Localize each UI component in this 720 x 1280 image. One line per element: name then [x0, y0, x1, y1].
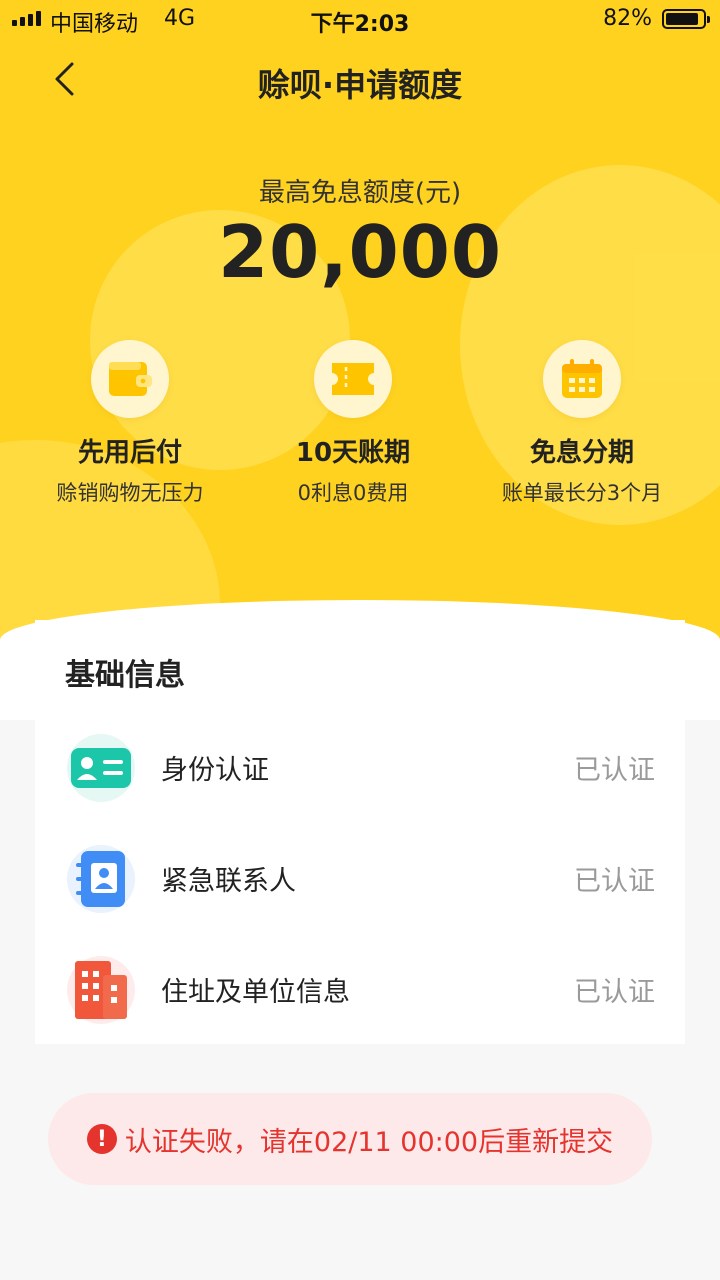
row-status: 已认证 [574, 866, 655, 897]
calendar-icon [543, 340, 621, 418]
section-title: 基础信息 [65, 658, 185, 693]
battery-icon [662, 9, 710, 29]
feature-subtitle: 0利息0费用 [297, 481, 409, 505]
feature-ten-day-term: 10天账期 0利息0费用 [233, 340, 473, 507]
feature-subtitle: 赊销购物无压力 [56, 481, 204, 505]
feature-subtitle: 账单最长分3个月 [501, 481, 663, 505]
header-hero: 中国移动 4G 下午2:03 82% 赊呗·申请额度 最高免息额度(元) 20,… [0, 0, 720, 700]
row-label: 紧急联系人 [161, 866, 296, 897]
feature-installment: 免息分期 账单最长分3个月 [462, 340, 702, 507]
id-card-icon [67, 734, 135, 802]
feature-title: 先用后付 [77, 438, 182, 468]
limit-value: 20,000 [218, 210, 502, 294]
address-company-row[interactable]: 住址及单位信息 已认证 [35, 934, 685, 1044]
limit-label: 最高免息额度(元) [258, 178, 462, 208]
feature-pay-later: 先用后付 赊销购物无压力 [10, 340, 250, 507]
building-icon [67, 956, 135, 1024]
feature-title: 免息分期 [529, 438, 634, 468]
exclamation-icon: ! [86, 1124, 117, 1154]
row-status: 已认证 [574, 755, 655, 786]
identity-verification-row[interactable]: 身份认证 已认证 [35, 712, 685, 822]
nav-bar: 赊呗·申请额度 [0, 44, 720, 118]
row-status: 已认证 [574, 977, 655, 1008]
verification-failed-alert: ! 认证失败，请在02/11 00:00后重新提交 [48, 1093, 652, 1185]
battery-percent: 82% [603, 6, 652, 31]
contact-book-icon [67, 845, 135, 913]
feature-title: 10天账期 [295, 438, 411, 468]
emergency-contact-row[interactable]: 紧急联系人 已认证 [35, 823, 685, 933]
ticket-icon [314, 340, 392, 418]
wallet-icon [91, 340, 169, 418]
row-label: 身份认证 [161, 755, 269, 786]
alert-text: 认证失败，请在02/11 00:00后重新提交 [124, 1126, 614, 1158]
page-title: 赊呗·申请额度 [257, 66, 463, 104]
status-bar: 中国移动 4G 下午2:03 82% [0, 0, 720, 40]
row-label: 住址及单位信息 [161, 977, 350, 1008]
basic-info-card: 基础信息 身份认证 已认证 紧急联系人 已认证 住址及单位信息 已认证 [35, 620, 685, 1044]
